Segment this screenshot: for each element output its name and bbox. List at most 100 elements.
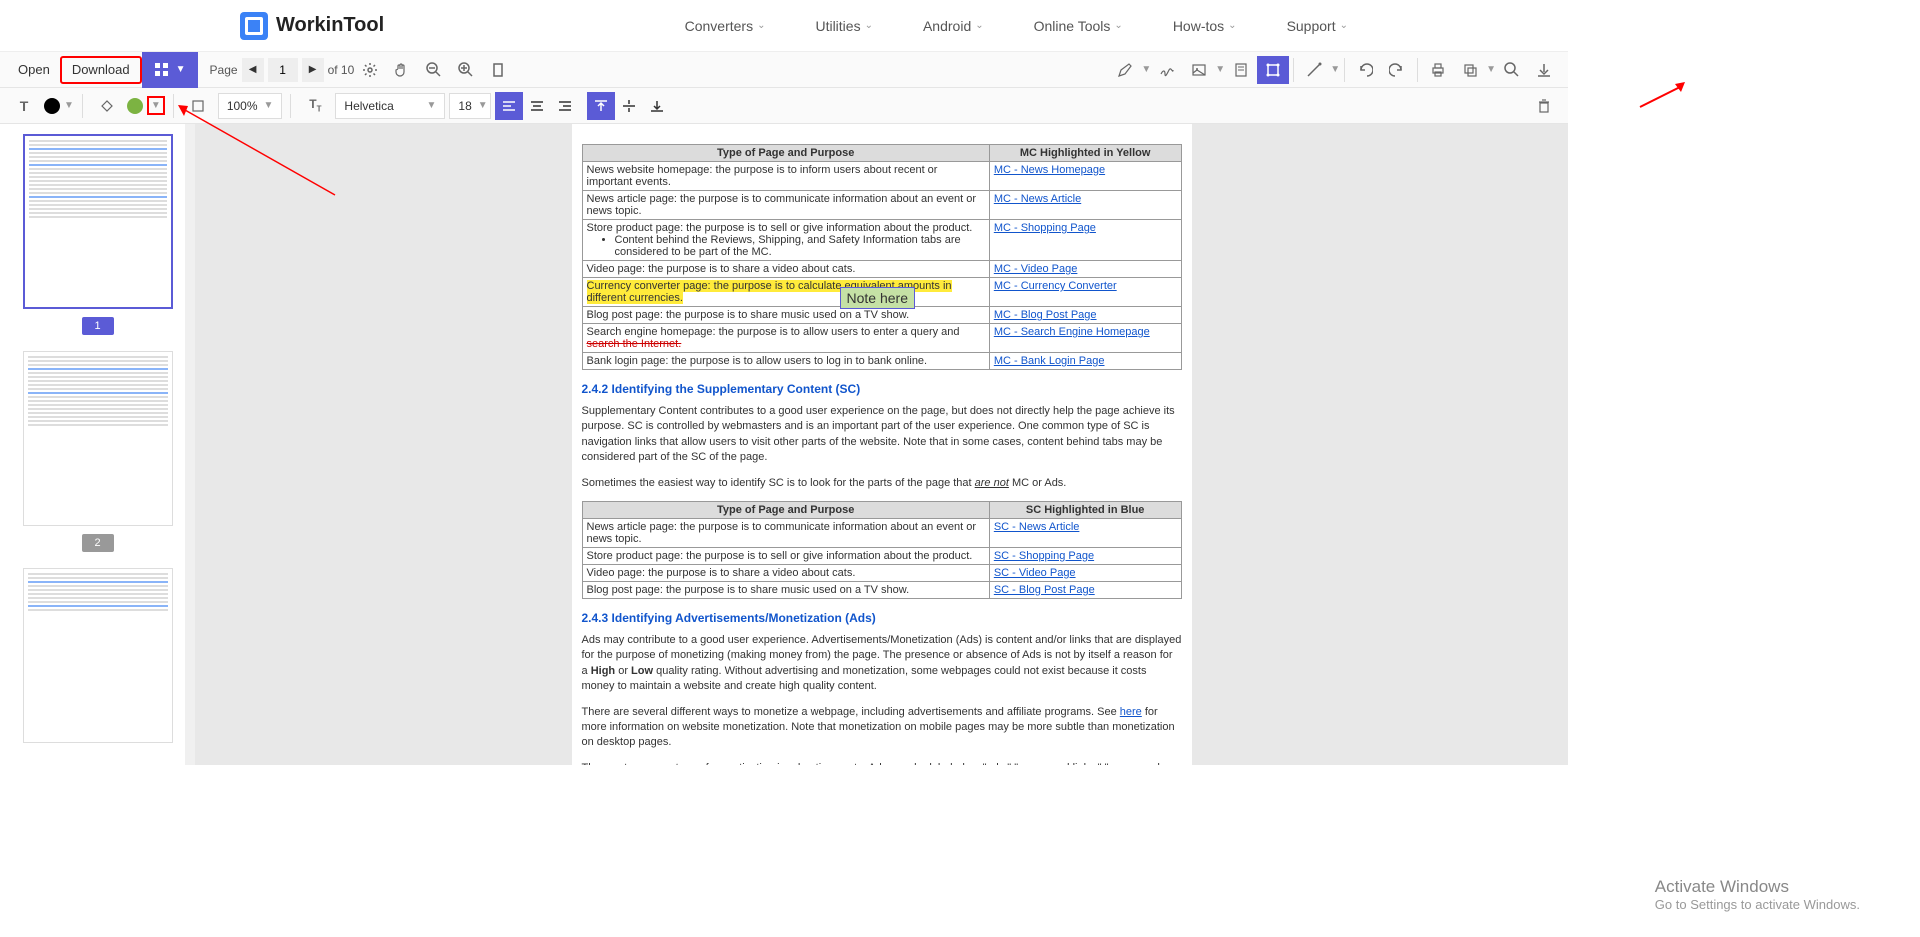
mc-link[interactable]: MC - Video Page: [994, 263, 1078, 275]
text-color-swatch[interactable]: [44, 98, 60, 114]
font-select[interactable]: Helvetica▼: [335, 93, 445, 119]
search-button[interactable]: [1496, 56, 1528, 84]
table-row: News article page: the purpose is to com…: [582, 191, 1181, 220]
page-label: Page: [210, 63, 238, 77]
body-text: The most common type of monetization is …: [582, 761, 1182, 765]
line-tool-button[interactable]: [1298, 56, 1330, 84]
chevron-down-icon: ⌄: [865, 20, 873, 31]
mc-link[interactable]: MC - Currency Converter: [994, 280, 1117, 292]
gear-icon: [362, 62, 378, 78]
chevron-down-icon[interactable]: ▼: [1330, 64, 1340, 75]
chevron-down-icon[interactable]: ▼: [1215, 64, 1225, 75]
mc-link[interactable]: MC - Bank Login Page: [994, 355, 1105, 367]
settings-button[interactable]: [354, 56, 386, 84]
section-title-243: 2.4.3 Identifying Advertisements/Monetiz…: [582, 611, 1182, 625]
font-size-select[interactable]: 18▼: [449, 93, 491, 119]
align-center-button[interactable]: [523, 92, 551, 120]
mc-table: Type of Page and PurposeMC Highlighted i…: [582, 144, 1182, 370]
nav-online[interactable]: Online Tools⌄: [1034, 18, 1123, 34]
open-button[interactable]: Open: [8, 56, 60, 84]
zoom-out-button[interactable]: [418, 56, 450, 84]
undo-button[interactable]: [1349, 56, 1381, 84]
nav-support[interactable]: Support⌄: [1287, 18, 1348, 34]
align-left-icon: [501, 98, 517, 114]
redo-button[interactable]: [1381, 56, 1413, 84]
note-icon: [1233, 62, 1249, 78]
valign-top-icon: [593, 98, 609, 114]
table-row: News article page: the purpose is to com…: [582, 518, 1181, 547]
section-title-242: 2.4.2 Identifying the Supplementary Cont…: [582, 382, 1182, 396]
note-annotation[interactable]: Note here: [840, 287, 915, 309]
image-button[interactable]: [1183, 56, 1215, 84]
text-tool-button[interactable]: T: [8, 92, 40, 120]
download-button[interactable]: Download: [60, 56, 142, 84]
body-text: There are several different ways to mone…: [582, 705, 1182, 751]
view-mode-button[interactable]: ▼: [142, 52, 198, 88]
table-row: Video page: the purpose is to share a vi…: [582, 564, 1181, 581]
note-button[interactable]: [1225, 56, 1257, 84]
sc-link[interactable]: SC - Blog Post Page: [994, 584, 1095, 596]
pan-button[interactable]: [386, 56, 418, 84]
brand-name: WorkinTool: [276, 14, 384, 37]
nav-converters[interactable]: Converters⌄: [685, 18, 766, 34]
sc-link[interactable]: SC - Video Page: [994, 567, 1076, 579]
pen-tool-button[interactable]: [1109, 56, 1141, 84]
thumbnail-page-1[interactable]: [23, 134, 173, 309]
nav-android[interactable]: Android⌄: [923, 18, 984, 34]
logo-icon: [240, 12, 268, 40]
sc-link[interactable]: SC - Shopping Page: [994, 550, 1094, 562]
shape-icon: [1265, 62, 1281, 78]
page-input[interactable]: [268, 58, 298, 82]
chevron-down-icon: ⌄: [1228, 20, 1236, 31]
table-row: News website homepage: the purpose is to…: [582, 162, 1181, 191]
table-row: Blog post page: the purpose is to share …: [582, 581, 1181, 598]
delete-button[interactable]: [1528, 92, 1560, 120]
table-row: Store product page: the purpose is to se…: [582, 220, 1181, 261]
table-row: Store product page: the purpose is to se…: [582, 547, 1181, 564]
fill-color-swatch[interactable]: [127, 98, 143, 114]
align-left-button[interactable]: [495, 92, 523, 120]
chevron-down-icon[interactable]: ▼: [64, 100, 74, 111]
mc-link[interactable]: MC - Shopping Page: [994, 222, 1096, 234]
body-text: Ads may contribute to a good user experi…: [582, 633, 1182, 695]
mc-link[interactable]: MC - Blog Post Page: [994, 309, 1097, 321]
valign-bottom-button[interactable]: [643, 92, 671, 120]
mc-link[interactable]: MC - Search Engine Homepage: [994, 326, 1150, 338]
nav-utilities[interactable]: Utilities⌄: [815, 18, 873, 34]
copy-icon: [1462, 62, 1478, 78]
font-format-button[interactable]: TT: [299, 92, 331, 120]
fill-color-dropdown[interactable]: ▼: [147, 96, 165, 115]
sc-link[interactable]: SC - News Article: [994, 521, 1080, 533]
table-header: MC Highlighted in Yellow: [989, 145, 1181, 162]
download-icon-button[interactable]: [1528, 56, 1560, 84]
copy-button[interactable]: [1454, 56, 1486, 84]
page-prev-button[interactable]: ◀: [242, 58, 264, 82]
thumbnail-page-3[interactable]: [23, 568, 173, 743]
here-link[interactable]: here: [1120, 706, 1142, 718]
signature-button[interactable]: [1151, 56, 1183, 84]
align-center-icon: [529, 98, 545, 114]
opacity-button[interactable]: [182, 92, 214, 120]
align-right-button[interactable]: [551, 92, 579, 120]
mc-link[interactable]: MC - News Homepage: [994, 164, 1105, 176]
chevron-down-icon[interactable]: ▼: [1141, 64, 1151, 75]
thumbnail-page-2[interactable]: [23, 351, 173, 526]
align-right-icon: [557, 98, 573, 114]
page-next-button[interactable]: ▶: [302, 58, 324, 82]
body-text: Sometimes the easiest way to identify SC…: [582, 476, 1182, 491]
chevron-down-icon[interactable]: ▼: [1486, 64, 1496, 75]
fill-tool-button[interactable]: [91, 92, 123, 120]
shape-button[interactable]: [1257, 56, 1289, 84]
valign-middle-button[interactable]: [615, 92, 643, 120]
table-header: SC Highlighted in Blue: [989, 501, 1181, 518]
fit-page-button[interactable]: [482, 56, 514, 84]
redo-icon: [1389, 62, 1405, 78]
valign-top-button[interactable]: [587, 92, 615, 120]
print-button[interactable]: [1422, 56, 1454, 84]
page-total: of 10: [328, 63, 355, 77]
mc-link[interactable]: MC - News Article: [994, 193, 1081, 205]
zoom-in-button[interactable]: [450, 56, 482, 84]
grid-icon: [154, 62, 170, 78]
zoom-select[interactable]: 100%▼: [218, 93, 283, 119]
nav-howtos[interactable]: How-tos⌄: [1173, 18, 1237, 34]
